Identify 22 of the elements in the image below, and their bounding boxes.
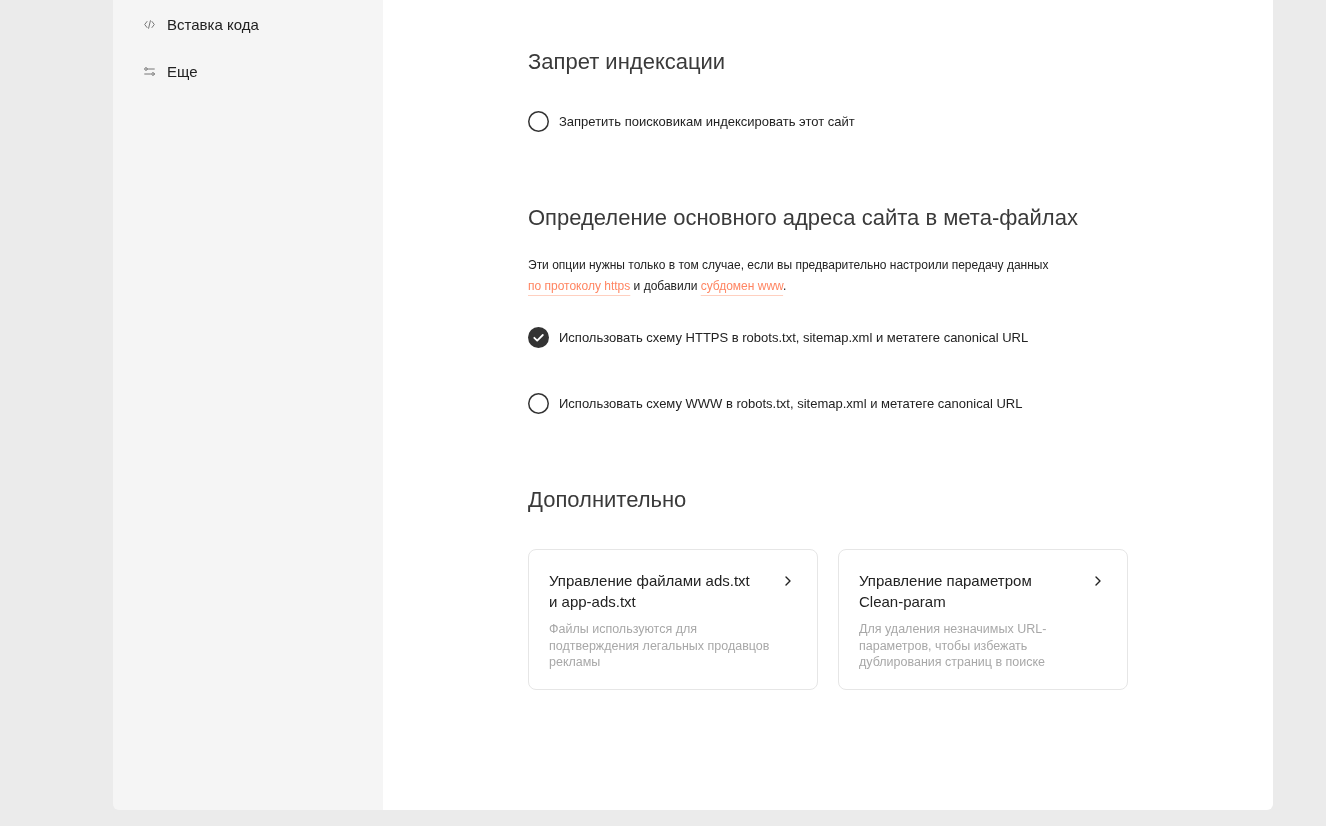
card-title: Управление файлами ads.txt и app-ads.txt [549,571,751,612]
sliders-icon [144,67,155,76]
section-heading: Дополнительно [528,486,687,514]
section-heading: Определение основного адреса сайта в мета-файлах [528,204,1078,232]
chevron-right-icon [1095,576,1101,586]
sidebar-item[interactable]: Еще [144,60,198,107]
card-description: Для удаления незначимых URL-параметров, чтобы избежать дублирования страниц в поиске [859,621,1048,671]
checkbox-checked-icon[interactable] [528,327,549,348]
checkbox-unchecked-icon[interactable] [528,111,549,132]
checkbox-label[interactable]: Использовать схему WWW в robots.txt, sitemap.xml и метатеге canonical URL [559,393,1023,414]
card-description: Файлы используются для подтверждения легальных продавцов рекламы [549,621,771,671]
settings-card[interactable]: Управление параметром Clean-param Для удаления незначимых URL-параметров, чтобы избежать дублирования страниц в поиске [838,549,1128,690]
settings-card[interactable]: Управление файлами ads.txt и app-ads.txt Файлы используются для подтверждения легальных продавцов рекламы [528,549,818,690]
chevron-right-icon [785,576,791,586]
checkbox-label[interactable]: Использовать схему HTTPS в robots.txt, sitemap.xml и метатеге canonical URL [559,327,1029,348]
code-icon [144,20,155,29]
checkbox-unchecked-icon[interactable] [528,393,549,414]
section-heading: Запрет индексации [528,48,726,76]
card-title: Управление параметром Clean-param [859,571,1033,612]
description-text: Эти опции нужны только в том случае, если вы предварительно настроили передачу данных по протоколу https и добавили субдомен www. [528,257,1050,295]
checkbox-label[interactable]: Запретить поисковикам индексировать этот сайт [559,111,855,132]
sidebar-item[interactable]: Вставка кода [144,13,259,60]
